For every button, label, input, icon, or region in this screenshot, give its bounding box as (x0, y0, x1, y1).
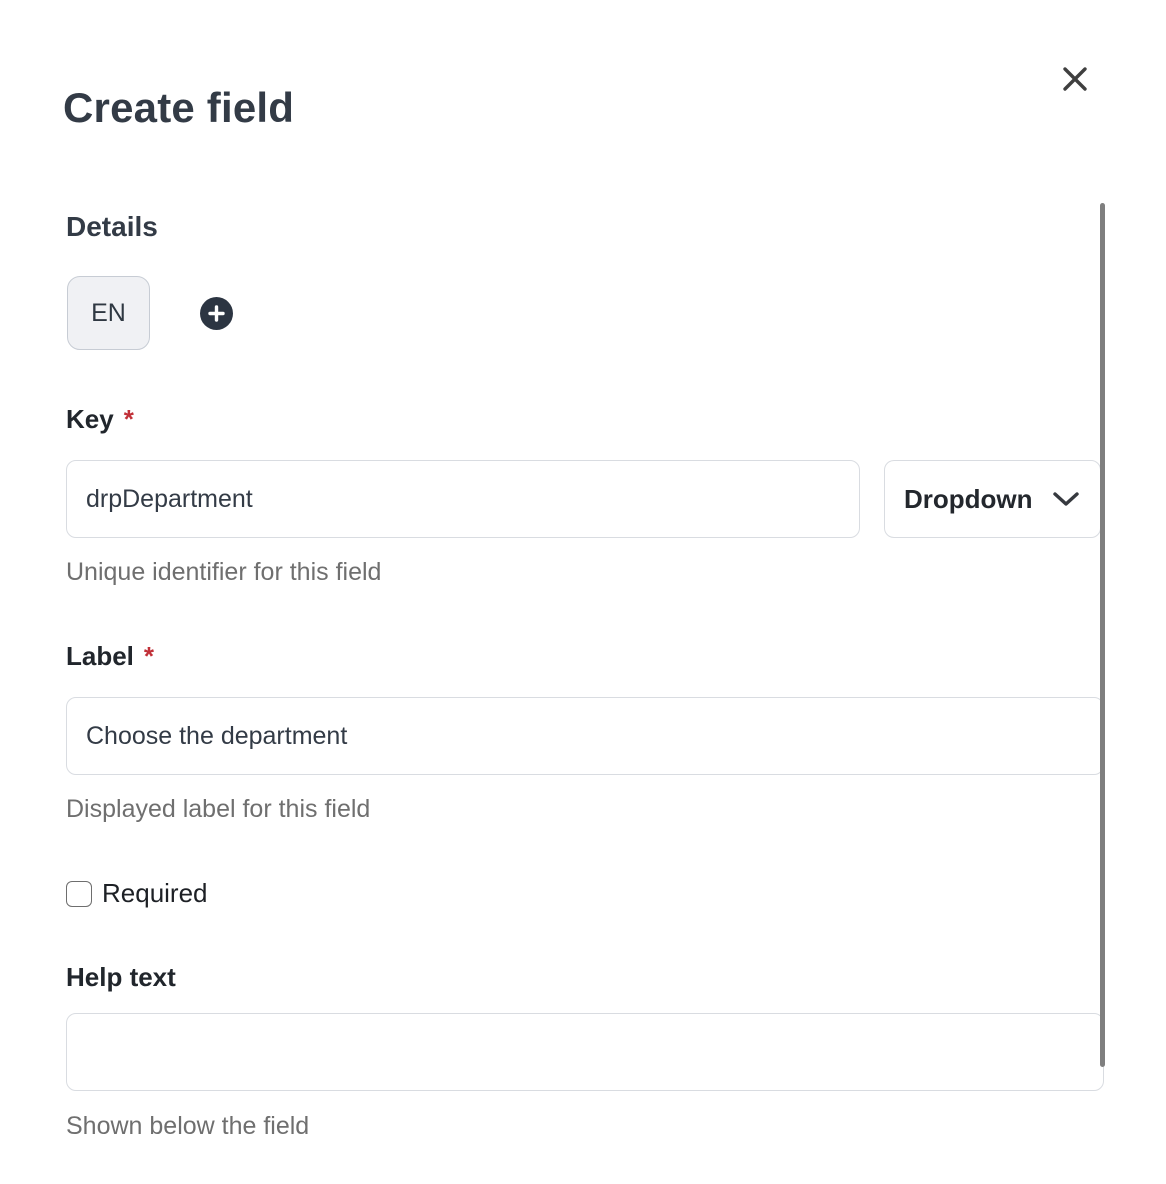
required-asterisk: * (124, 404, 134, 434)
create-field-modal: Create field Details EN Key * Dropdown Un… (0, 0, 1166, 1184)
required-checkbox[interactable] (66, 881, 92, 907)
label-helper-text: Displayed label for this field (66, 795, 370, 824)
required-checkbox-label: Required (102, 878, 208, 909)
help-text-helper-text: Shown below the field (66, 1112, 309, 1141)
label-input[interactable] (66, 697, 1104, 775)
page-title: Create field (63, 84, 294, 132)
vertical-scrollbar-thumb[interactable] (1100, 203, 1105, 1067)
help-text-input[interactable] (66, 1013, 1104, 1091)
close-button[interactable] (1055, 59, 1095, 99)
details-section-heading: Details (66, 211, 158, 243)
add-language-button[interactable] (200, 297, 233, 330)
field-type-select-value: Dropdown (904, 484, 1033, 515)
key-input[interactable] (66, 460, 860, 538)
help-text-field-label: Help text (66, 962, 176, 993)
help-text-field-label-text: Help text (66, 962, 176, 992)
language-tab-en[interactable]: EN (67, 276, 150, 350)
required-checkbox-row[interactable]: Required (66, 878, 208, 909)
field-type-select[interactable]: Dropdown (884, 460, 1101, 538)
key-helper-text: Unique identifier for this field (66, 558, 381, 587)
language-tab-label: EN (91, 299, 126, 328)
close-icon (1058, 62, 1092, 96)
required-asterisk: * (144, 641, 154, 671)
key-field-label-text: Key (66, 404, 114, 434)
key-field-label: Key * (66, 404, 134, 435)
label-field-label-text: Label (66, 641, 134, 671)
label-field-label: Label * (66, 641, 154, 672)
plus-icon (207, 304, 226, 323)
chevron-down-icon (1051, 490, 1081, 508)
